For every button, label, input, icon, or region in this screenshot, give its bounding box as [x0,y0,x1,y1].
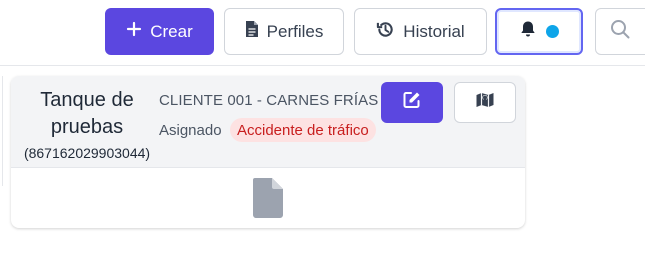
history-icon [376,20,395,44]
previous-card-edge [0,76,3,186]
map-icon [475,90,495,115]
file-icon [245,20,259,43]
tank-id: (867162029903044) [23,145,151,161]
edit-button[interactable] [381,82,443,123]
search-icon [610,19,630,44]
history-button[interactable]: Historial [354,8,487,55]
client-name: CLIENTE 001 - CARNES FRÍAS [159,92,379,109]
document-icon [253,178,283,218]
bell-icon [520,20,536,43]
profiles-button-label: Perfiles [266,21,324,41]
incident-badge: Accidente de tráfico [230,118,376,142]
profiles-button[interactable]: Perfiles [224,8,344,55]
notification-dot [545,25,559,38]
tank-card: Tanque de pruebas (867162029903044) CLIE… [11,76,525,228]
tank-name: Tanque de pruebas [40,89,134,138]
top-toolbar: Crear Perfiles Historial [0,0,645,66]
create-button-label: Crear [150,21,193,41]
status-label: Asignado [159,122,222,139]
edit-icon [402,90,422,115]
plus-icon [126,21,142,42]
search-input[interactable] [595,8,645,55]
tank-card-header: Tanque de pruebas (867162029903044) CLIE… [11,76,525,168]
notifications-button[interactable] [495,8,583,55]
map-button[interactable] [454,82,516,123]
create-button[interactable]: Crear [105,8,214,55]
history-button-label: Historial [403,21,465,41]
